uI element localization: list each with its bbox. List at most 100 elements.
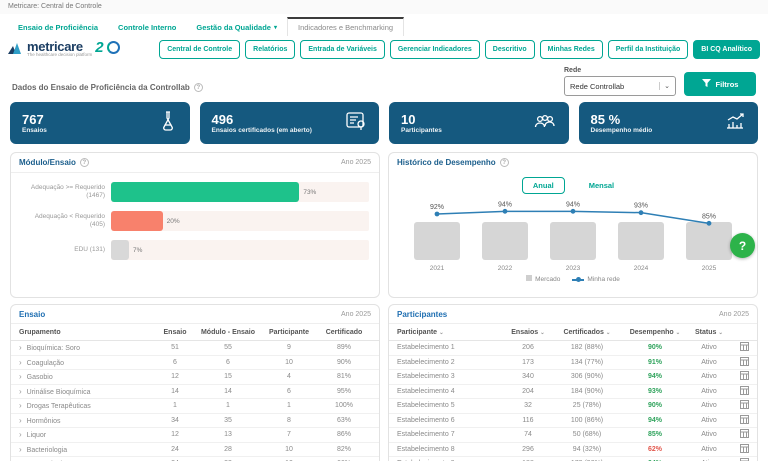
mercado-legend-swatch (526, 275, 532, 281)
table-row[interactable]: Estabelecimento 2173134 (77%)91%Ativo (389, 356, 757, 371)
historico-desempenho-panel: Histórico de Desempenho ? Anual Mensal 9… (388, 152, 758, 298)
chevron-right-icon: › (19, 401, 22, 410)
minhas-redes-button[interactable]: Minhas Redes (540, 40, 603, 59)
ensaio-table: Ensaio Ano 2025 Grupamento Ensaio Módulo… (10, 304, 380, 461)
sort-icon: ⌄ (540, 330, 545, 336)
svg-text:85%: 85% (702, 213, 716, 220)
chevron-right-icon: › (19, 387, 22, 396)
modulo-year-label: Ano 2025 (341, 159, 371, 166)
table-row[interactable]: Estabelecimento 6116100 (86%)94%Ativo (389, 414, 757, 429)
sort-participante[interactable]: Participante⌄ (397, 329, 505, 336)
details-grid-icon[interactable] (740, 342, 749, 353)
table-row[interactable]: ›Bioquímica: Soro5155989% (11, 341, 379, 356)
anniversary-ring-icon (107, 41, 120, 54)
central-de-controle-button[interactable]: Central de Controle (159, 40, 240, 59)
chevron-right-icon: › (19, 430, 22, 439)
chevron-right-icon: › (19, 343, 22, 352)
modulo-ensaio-panel: Módulo/Ensaio ? Ano 2025 Adequação >= Re… (10, 152, 380, 298)
subheader: Dados do Ensaio de Proficiência da Contr… (0, 65, 768, 102)
chart-legend: Mercado Minha rede (403, 275, 743, 283)
table-row[interactable]: Estabelecimento 9188173 (92%)94%Ativo (389, 457, 757, 461)
filter-icon (702, 79, 711, 89)
details-grid-icon[interactable] (740, 429, 749, 440)
perfil-da-instituicao-button[interactable]: Perfil da Instituição (608, 40, 689, 59)
table-row[interactable]: ›Liquor1213786% (11, 428, 379, 443)
stat-card-certificados: 496Ensaios certificados (em aberto) (200, 102, 380, 144)
sort-icon: ⌄ (606, 330, 611, 336)
sort-icon: ⌄ (439, 330, 444, 336)
mensal-toggle-button[interactable]: Mensal (579, 177, 624, 194)
tab-gestao-da-qualidade[interactable]: Gestão da Qualidade▾ (186, 19, 287, 36)
caret-down-icon: ▾ (274, 24, 277, 31)
table-row[interactable]: ›Gasobio1215481% (11, 370, 379, 385)
header: metricare The healthcare decision platfo… (0, 36, 768, 65)
ensaio-table-title: Ensaio (19, 310, 45, 319)
participants-icon (533, 112, 557, 135)
help-fab-button[interactable]: ? (730, 233, 755, 258)
table-row[interactable]: Estabelecimento 3340306 (90%)94%Ativo (389, 370, 757, 385)
tab-ensaio-de-proficiencia[interactable]: Ensaio de Proficiência (8, 19, 108, 36)
sort-certificados[interactable]: Certificados⌄ (551, 329, 623, 336)
participantes-table: Participantes Ano 2025 Participante⌄ Ens… (388, 304, 758, 461)
relatorios-button[interactable]: Relatórios (245, 40, 295, 59)
historico-chart: 92%94%94%93%85% 2021 2022 2023 2024 2025… (403, 196, 743, 283)
table-row[interactable]: ›Coagulação661090% (11, 356, 379, 371)
help-icon[interactable]: ? (500, 158, 509, 167)
svg-text:94%: 94% (566, 201, 580, 208)
tab-controle-interno[interactable]: Controle Interno (108, 19, 186, 36)
table-row[interactable]: Estabelecimento 53225 (78%)90%Ativo (389, 399, 757, 414)
certificate-icon (345, 111, 367, 136)
entrada-de-variaveis-button[interactable]: Entrada de Variáveis (300, 40, 384, 59)
chart-x-axis: 2021 2022 2023 2024 2025 (403, 265, 743, 272)
filtros-button[interactable]: Filtros (684, 72, 756, 96)
table-row[interactable]: ›Urinálise Bioquímica1414695% (11, 385, 379, 400)
gerenciar-indicadores-button[interactable]: Gerenciar Indicadores (390, 40, 480, 59)
details-grid-icon[interactable] (740, 357, 749, 368)
logo-name: metricare (27, 41, 92, 52)
historico-panel-title: Histórico de Desempenho (397, 158, 496, 167)
chevron-right-icon: › (19, 445, 22, 454)
table-row[interactable]: Estabelecimento 1206182 (88%)90%Ativo (389, 341, 757, 356)
details-grid-icon[interactable] (740, 386, 749, 397)
brand-logo: metricare The healthcare decision platfo… (8, 41, 120, 59)
table-row[interactable]: ›Hormônios3435863% (11, 414, 379, 429)
logo-tagline: The healthcare decision platform (27, 52, 92, 57)
sort-icon: ⌄ (718, 330, 723, 336)
sort-ensaios[interactable]: Ensaios⌄ (505, 329, 551, 336)
stat-card-participantes: 10Participantes (389, 102, 569, 144)
help-icon[interactable]: ? (80, 158, 89, 167)
bar-edu: EDU (131) 7% (21, 240, 369, 260)
table-row[interactable]: Estabelecimento 77450 (68%)85%Ativo (389, 428, 757, 443)
chevron-right-icon: › (19, 372, 22, 381)
chevron-down-icon: ⌄ (659, 82, 670, 90)
table-row[interactable]: ›Drogas Terapêuticas111100% (11, 399, 379, 414)
sort-status[interactable]: Status⌄ (687, 329, 731, 336)
minha-rede-legend-swatch (572, 279, 584, 281)
sort-desempenho[interactable]: Desempenho⌄ (623, 329, 687, 336)
table-row[interactable]: ›Bacteriologia24281082% (11, 443, 379, 458)
bi-cq-analitico-button[interactable]: BI CQ Analítico (693, 40, 760, 59)
descritivo-button[interactable]: Descritivo (485, 40, 535, 59)
table-row[interactable]: Estabelecimento 829694 (32%)62%Ativo (389, 443, 757, 458)
performance-chart-icon (724, 111, 746, 136)
details-grid-icon[interactable] (740, 444, 749, 455)
participantes-table-title: Participantes (397, 310, 447, 319)
details-grid-icon[interactable] (740, 415, 749, 426)
anual-toggle-button[interactable]: Anual (522, 177, 565, 194)
table-row[interactable]: Estabelecimento 4204184 (90%)93%Ativo (389, 385, 757, 400)
page-title: Dados do Ensaio de Proficiência da Contr… (12, 83, 203, 96)
details-grid-icon[interactable] (740, 371, 749, 382)
bar-adequacao-menor: Adequação < Requerido (405) 20% (21, 211, 369, 231)
bar-adequacao-maior: Adequação >= Requerido (1467) 73% (21, 182, 369, 202)
help-icon[interactable]: ? (194, 83, 203, 92)
stat-card-desempenho: 85 %Desempenho médio (579, 102, 759, 144)
rede-select[interactable]: Rede Controllab ⌄ (564, 76, 676, 96)
details-grid-icon[interactable] (740, 400, 749, 411)
table-row[interactable]: ›Hematologia24331066% (11, 457, 379, 461)
participantes-table-header: Participante⌄ Ensaios⌄ Certificados⌄ Des… (389, 324, 757, 341)
sort-icon: ⌄ (676, 330, 681, 336)
historico-chart-svg: 92%94%94%93%85% (403, 196, 743, 260)
tab-indicadores-e-benchmarking[interactable]: Indicadores e Benchmarking (287, 17, 404, 36)
chevron-right-icon: › (19, 358, 22, 367)
logo-mark-icon (8, 41, 24, 59)
